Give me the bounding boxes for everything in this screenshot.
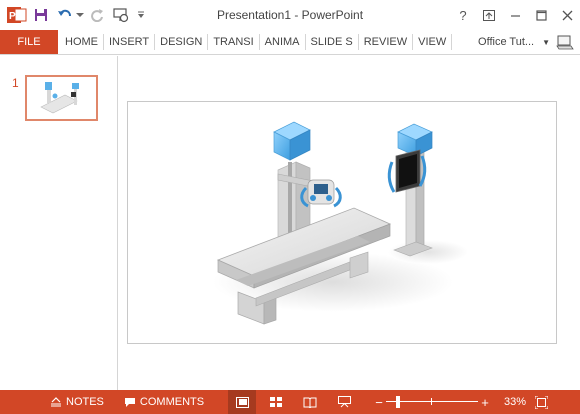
quick-access-toolbar: P xyxy=(0,0,148,30)
undo-icon[interactable] xyxy=(54,4,76,26)
zoom-percent[interactable]: 33% xyxy=(492,396,526,408)
notes-label: NOTES xyxy=(66,396,104,408)
tab-home[interactable]: HOME xyxy=(58,30,103,54)
window-controls: ? xyxy=(450,0,580,30)
normal-view-button[interactable] xyxy=(228,390,257,414)
zoom-in-button[interactable]: + xyxy=(478,395,492,410)
slide-sorter-icon xyxy=(269,396,282,407)
status-bar: NOTES COMMENTS − + 33% xyxy=(0,390,580,414)
comments-icon xyxy=(124,397,135,407)
slide-thumbnail-pane: 1 xyxy=(0,56,118,390)
customize-qat-icon[interactable] xyxy=(134,4,148,26)
zoom-slider[interactable] xyxy=(386,390,479,414)
powerpoint-icon[interactable]: P xyxy=(6,5,28,25)
maximize-button[interactable] xyxy=(528,0,554,30)
xray-machine-image xyxy=(213,121,468,325)
tab-view[interactable]: VIEW xyxy=(413,30,451,54)
save-icon[interactable] xyxy=(30,4,52,26)
minimize-button[interactable] xyxy=(502,0,528,30)
normal-view-icon xyxy=(235,396,249,408)
redo-icon[interactable] xyxy=(86,4,108,26)
tab-design[interactable]: DESIGN xyxy=(155,30,207,54)
tab-transitions[interactable]: TRANSI xyxy=(208,30,258,54)
svg-text:P: P xyxy=(9,11,16,22)
close-button[interactable] xyxy=(554,0,580,30)
account-menu[interactable]: Office Tut... ▼ xyxy=(478,30,580,54)
close-icon xyxy=(562,10,572,20)
tab-animations[interactable]: ANIMA xyxy=(260,30,305,54)
slide-sorter-button[interactable] xyxy=(262,390,290,414)
account-name: Office Tut... xyxy=(478,36,535,48)
undo-dropdown-icon[interactable] xyxy=(76,4,84,26)
slide-thumbnail[interactable] xyxy=(25,75,98,121)
notes-button[interactable]: NOTES xyxy=(44,390,110,414)
title-bar: P Presentation1 - PowerPoint ? xyxy=(0,0,580,30)
chevron-down-icon: ▼ xyxy=(542,37,550,47)
slide-thumbnail-image xyxy=(40,82,79,114)
slide-editor xyxy=(119,56,580,390)
zoom-slider-center-mark xyxy=(431,398,433,405)
comments-button[interactable]: COMMENTS xyxy=(118,390,210,414)
user-picture-icon xyxy=(556,35,574,50)
tab-divider xyxy=(451,34,453,50)
tab-insert[interactable]: INSERT xyxy=(104,30,154,54)
slide-canvas[interactable] xyxy=(127,101,557,344)
ribbon-display-options-button[interactable] xyxy=(476,0,502,30)
slide-show-icon xyxy=(337,396,351,408)
start-from-beginning-icon[interactable] xyxy=(110,4,132,26)
comments-label: COMMENTS xyxy=(139,396,205,408)
fit-to-window-button[interactable] xyxy=(526,390,556,414)
slide-show-button[interactable] xyxy=(330,390,358,414)
ribbon-display-icon xyxy=(483,9,495,21)
tab-review[interactable]: REVIEW xyxy=(359,30,412,54)
reading-view-button[interactable] xyxy=(296,390,324,414)
maximize-icon xyxy=(535,9,547,21)
zoom-slider-handle[interactable] xyxy=(396,396,401,408)
slide-number: 1 xyxy=(12,76,19,90)
tab-slide-show[interactable]: SLIDE S xyxy=(306,30,358,54)
reading-view-icon xyxy=(303,397,317,408)
notes-icon xyxy=(51,397,61,407)
minimize-icon xyxy=(510,14,520,17)
ribbon-tabs: FILE HOME INSERT DESIGN TRANSI ANIMA SLI… xyxy=(0,30,580,55)
tab-file[interactable]: FILE xyxy=(0,30,58,54)
help-button[interactable]: ? xyxy=(450,0,476,30)
fit-to-window-icon xyxy=(534,395,548,409)
zoom-out-button[interactable]: − xyxy=(372,395,386,410)
